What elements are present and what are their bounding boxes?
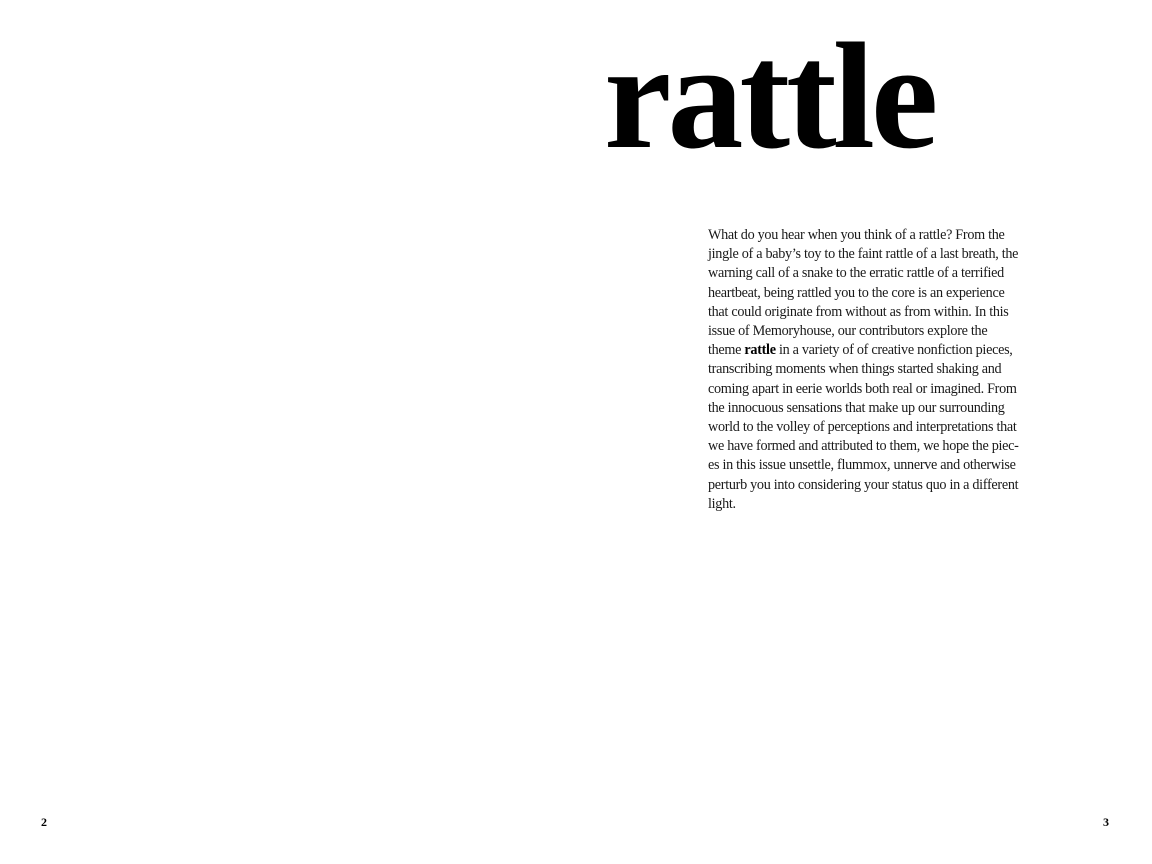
intro-line: issue of Memoryhouse, our contributors e… bbox=[708, 323, 988, 340]
left-page: 2 bbox=[0, 0, 576, 864]
right-page: rattle What do you hear when you think o… bbox=[576, 0, 1152, 864]
page-number-right: 3 bbox=[1103, 815, 1109, 829]
page-number-left: 2 bbox=[41, 815, 47, 829]
intro-line: transcribing moments when things started… bbox=[708, 361, 1002, 378]
intro-line: perturb you into considering your status… bbox=[708, 476, 1019, 493]
intro-line: coming apart in eerie worlds both real o… bbox=[708, 380, 1017, 397]
intro-line: world to the volley of perceptions and i… bbox=[708, 419, 1017, 436]
intro-text: theme bbox=[708, 342, 745, 359]
intro-line: light. bbox=[708, 495, 736, 512]
intro-line: heartbeat, being rattled you to the core… bbox=[708, 284, 1005, 301]
intro-line: jingle of a baby’s toy to the faint ratt… bbox=[708, 246, 1019, 263]
theme-keyword: rattle bbox=[744, 342, 776, 359]
intro-line: the innocuous sensations that make up ou… bbox=[708, 399, 1005, 416]
intro-line: es in this issue unsettle, flummox, unne… bbox=[708, 457, 1016, 474]
intro-line: that could originate from without as fro… bbox=[708, 303, 1009, 320]
intro-line: What do you hear when you think of a rat… bbox=[708, 227, 1005, 243]
page-title: rattle bbox=[604, 12, 938, 180]
intro-line: warning call of a snake to the erratic r… bbox=[708, 265, 1004, 282]
intro-line: theme rattle in a variety of of creative… bbox=[708, 341, 1052, 360]
intro-paragraph: What do you hear when you think of a rat… bbox=[708, 226, 1052, 514]
book-spread: 2 rattle What do you hear when you think… bbox=[0, 0, 1152, 864]
intro-line: we have formed and attributed to them, w… bbox=[708, 438, 1019, 455]
intro-text: in a variety of of creative nonfiction p… bbox=[775, 342, 1013, 359]
